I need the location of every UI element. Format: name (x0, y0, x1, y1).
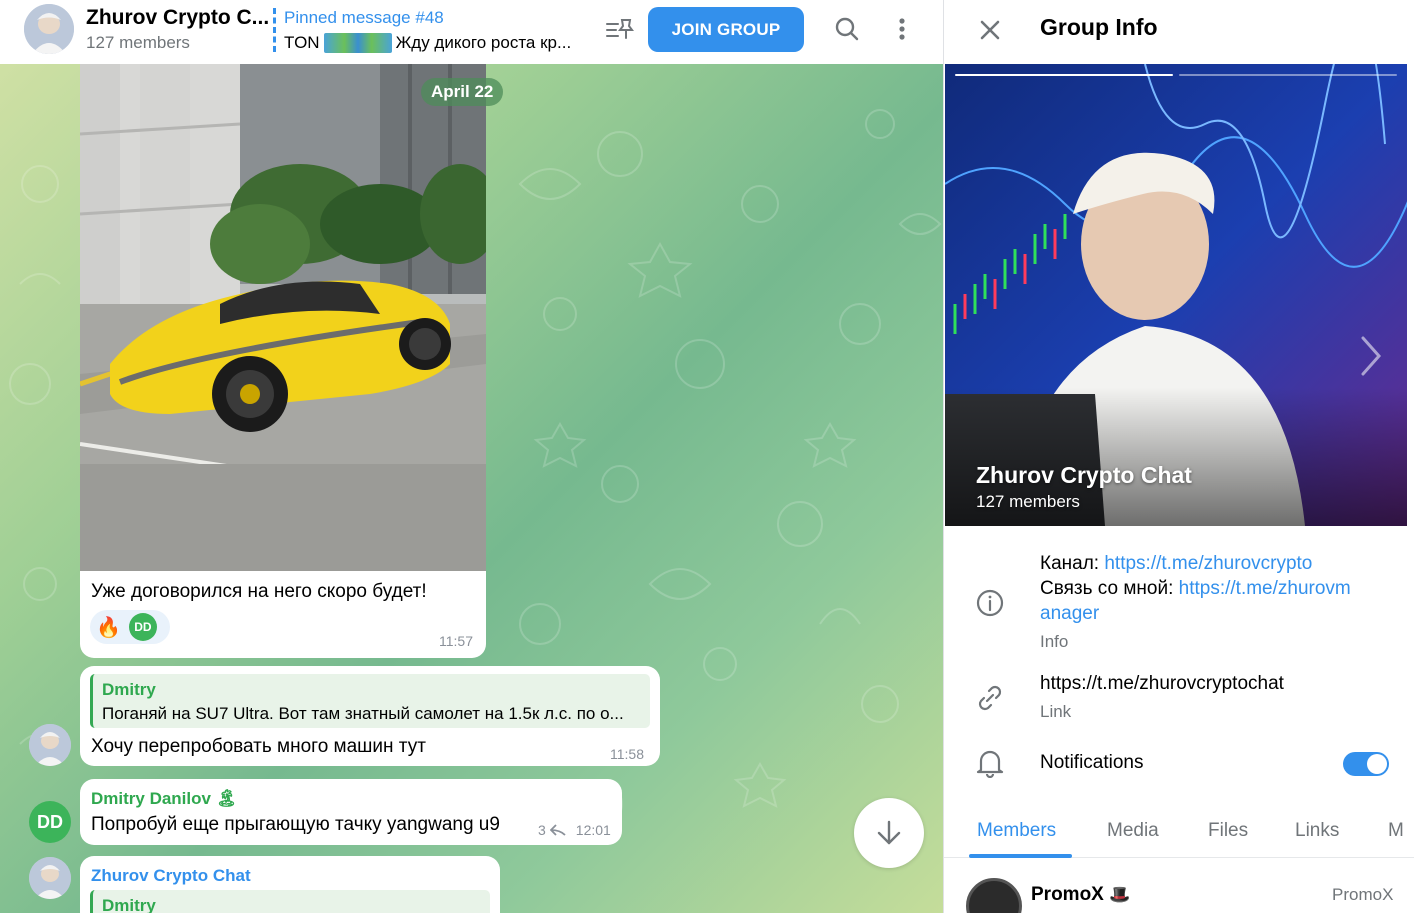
message-text: Попробуй еще прыгающую тачку yangwang u9 (91, 814, 500, 835)
car-photo[interactable] (80, 64, 486, 571)
reply-message[interactable]: Dmitry Поганяй на SU7 Ultra. Вот там зна… (80, 666, 660, 766)
chat-avatar[interactable] (24, 4, 74, 54)
search-icon[interactable] (831, 13, 863, 45)
group-member-count: 127 members (976, 492, 1080, 511)
info-icon (974, 587, 1006, 619)
link-icon (974, 682, 1006, 714)
info-contact-label: Связь со мной: (1040, 578, 1179, 599)
bell-icon (974, 747, 1006, 779)
sender-name[interactable]: Dmitry Danilov 🏝 (91, 789, 237, 809)
pinned-indicator (273, 8, 276, 52)
sender-name[interactable]: Zhurov Crypto Chat (91, 866, 251, 886)
shared-media-tabs: Members Media Files Links M (944, 808, 1414, 858)
contact-link-continued[interactable]: anager (1040, 603, 1099, 625)
group-photo[interactable]: Zhurov Crypto Chat 127 members (945, 64, 1407, 526)
group-link[interactable]: https://t.me/zhurovcryptochat (1040, 673, 1284, 695)
message-time: 11:57 (439, 633, 473, 649)
pinned-list-icon[interactable] (604, 16, 634, 44)
message-time: 12:01 (575, 822, 611, 838)
sender-avatar[interactable] (29, 724, 71, 766)
quoted-reply-text: Поганяй на SU7 Ultra. Вот там знатный са… (102, 704, 624, 723)
chat-header: Zhurov Crypto C... 127 members Pinned me… (0, 0, 943, 64)
quoted-reply[interactable]: Dmitry (90, 890, 490, 913)
text-message[interactable]: Dmitry Danilov 🏝 Попробуй еще прыгающую … (80, 779, 622, 845)
arrow-down-icon (877, 820, 901, 845)
contact-link[interactable]: https://t.me/zhurovm (1179, 578, 1351, 599)
message-text: Хочу перепробовать много машин тут (91, 736, 426, 757)
photo-indicator-active (955, 74, 1173, 76)
tab-links[interactable]: Links (1295, 820, 1339, 842)
date-pill: April 22 (421, 78, 504, 106)
text-message[interactable]: Zhurov Crypto Chat Dmitry (80, 856, 500, 913)
chat-member-count: 127 members (86, 33, 190, 52)
scroll-to-bottom-button[interactable] (854, 798, 924, 868)
toggle-knob (1367, 754, 1387, 774)
info-channel-label: Канал: (1040, 553, 1105, 574)
more-options-icon[interactable] (886, 13, 918, 45)
chevron-right-icon[interactable] (1355, 334, 1385, 378)
reaction-user-avatar: DD (128, 613, 157, 641)
tab-members[interactable]: Members (977, 820, 1056, 842)
info-contact-line: Связь со мной: https://t.me/zhurovm (1040, 578, 1351, 600)
chat-title[interactable]: Zhurov Crypto C... (86, 6, 269, 30)
notifications-toggle[interactable] (1343, 752, 1389, 776)
tab-files[interactable]: Files (1208, 820, 1248, 842)
pinned-thumbnail (323, 33, 392, 53)
member-role: PromoX (1332, 885, 1394, 904)
group-info-panel: Group Info Zhurov Crypto Chat 127 member… (943, 0, 1414, 913)
reply-arrow-icon (549, 824, 566, 836)
member-avatar[interactable] (966, 878, 1022, 913)
pinned-text: Жду дикого роста кр... (395, 33, 572, 52)
quoted-reply-name: Dmitry (102, 680, 156, 699)
info-caption: Info (1040, 632, 1069, 651)
photo-indicator (1179, 74, 1397, 76)
tab-more[interactable]: M (1388, 820, 1404, 842)
pinned-prefix: TON (284, 33, 320, 52)
message-time: 11:58 (610, 746, 644, 762)
tab-media[interactable]: Media (1107, 820, 1159, 842)
message-meta[interactable]: 3 12:01 (538, 822, 611, 838)
chat-area: Zhurov Crypto C... 127 members Pinned me… (0, 0, 943, 913)
close-icon[interactable] (974, 14, 1006, 46)
link-caption: Link (1040, 702, 1072, 721)
notifications-label: Notifications (1040, 752, 1144, 773)
member-name[interactable]: PromoX 🎩 (1031, 884, 1130, 906)
quoted-reply-name: Dmitry (102, 896, 156, 913)
photo-message[interactable]: Уже договорился на него скоро будет! 🔥 D… (80, 64, 486, 658)
quoted-reply[interactable]: Dmitry Поганяй на SU7 Ultra. Вот там зна… (90, 674, 650, 728)
fire-reaction-icon[interactable]: 🔥 (96, 615, 121, 640)
pinned-message-preview[interactable]: TON Жду дикого роста кр... (284, 33, 571, 53)
join-group-button[interactable]: JOIN GROUP (648, 7, 804, 52)
sender-avatar[interactable]: DD (29, 801, 71, 843)
reply-count: 3 (538, 822, 546, 838)
pinned-message-title[interactable]: Pinned message #48 (284, 8, 444, 28)
photo-caption: Уже договорился на него скоро будет! (91, 581, 427, 602)
info-channel-line: Канал: https://t.me/zhurovcrypto (1040, 553, 1312, 575)
group-name: Zhurov Crypto Chat (976, 462, 1192, 488)
panel-title: Group Info (1040, 14, 1158, 40)
sender-avatar[interactable] (29, 857, 71, 899)
channel-link[interactable]: https://t.me/zhurovcrypto (1104, 553, 1312, 574)
active-tab-indicator (969, 854, 1072, 858)
wizard-hat-icon: 🎩 (1109, 885, 1131, 904)
reactions[interactable]: 🔥 DD (90, 610, 170, 644)
